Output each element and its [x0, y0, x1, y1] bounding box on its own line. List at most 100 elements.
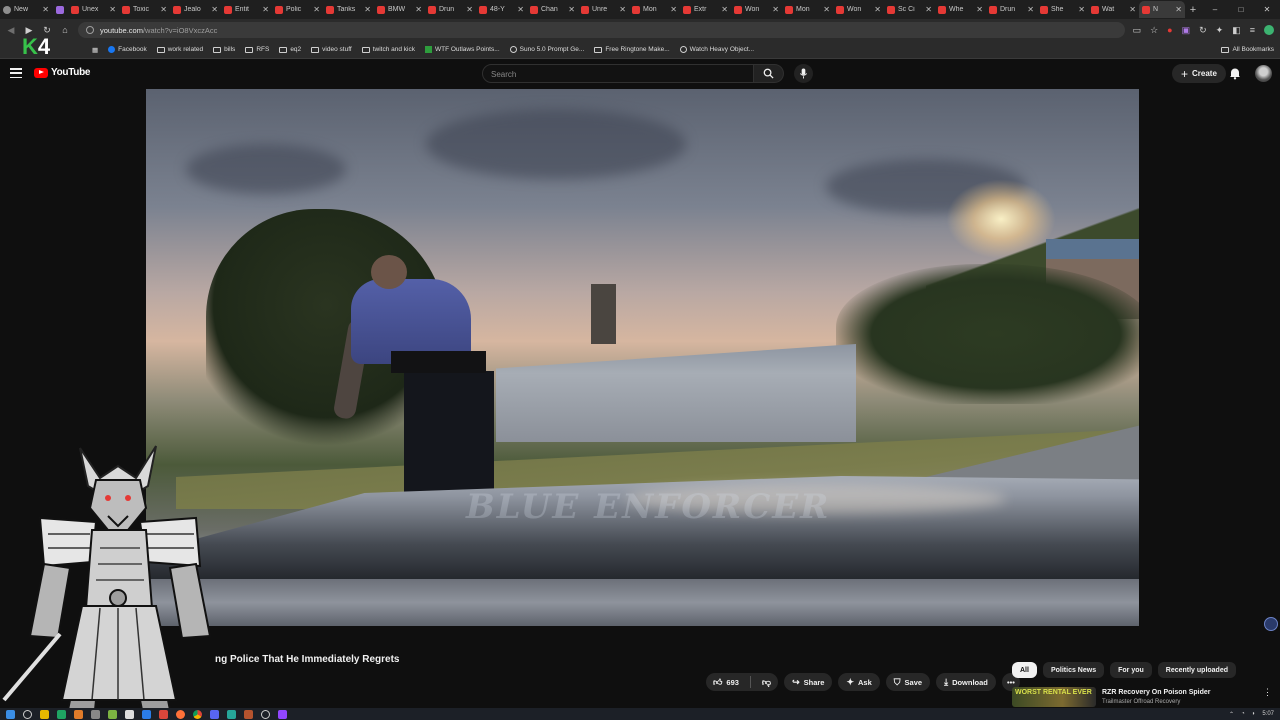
extension-icon-red[interactable]: ●	[1167, 25, 1172, 35]
back-icon[interactable]: ◀	[6, 25, 16, 36]
taskbar-app-white-icon[interactable]	[125, 709, 134, 719]
close-tab-icon[interactable]: ✕	[925, 5, 932, 14]
close-tab-icon[interactable]: ✕	[517, 5, 524, 14]
bookmark-item[interactable]: work related	[156, 46, 203, 53]
all-bookmarks-button[interactable]: All Bookmarks	[1221, 46, 1274, 53]
tray-clock[interactable]: 5:07	[1262, 711, 1274, 717]
browser-tab[interactable]: Unre ✕	[578, 1, 629, 18]
close-tab-icon[interactable]: ✕	[160, 5, 167, 14]
apps-grid-icon[interactable]: ▦	[92, 46, 98, 54]
tray-volume-icon[interactable]: ◗	[1252, 711, 1256, 717]
close-tab-icon[interactable]: ✕	[772, 5, 779, 14]
maximize-button[interactable]: □	[1228, 5, 1254, 14]
tray-chevron-icon[interactable]: ⌃	[1229, 711, 1234, 718]
bookmark-star-icon[interactable]: ☆	[1150, 25, 1158, 36]
close-tab-icon[interactable]: ✕	[313, 5, 320, 14]
taskbar-app-red-icon[interactable]	[159, 709, 168, 719]
bookmark-item[interactable]: video stuff	[311, 46, 352, 53]
browser-tab[interactable]: Polic ✕	[272, 1, 323, 18]
recommended-video[interactable]: WORST RENTAL EVER RZR Recovery On Poison…	[1012, 687, 1272, 707]
cast-icon[interactable]: ▭	[1133, 25, 1142, 36]
menu-icon[interactable]: ≡	[1250, 25, 1255, 35]
close-tab-icon[interactable]: ✕	[466, 5, 473, 14]
minimize-button[interactable]: –	[1202, 5, 1228, 14]
browser-tab[interactable]: N ✕	[1139, 1, 1185, 18]
recommended-menu-icon[interactable]: ⋮	[1263, 687, 1272, 707]
search-button[interactable]	[754, 64, 784, 83]
taskbar-discord-icon[interactable]	[210, 709, 219, 719]
close-tab-icon[interactable]: ✕	[976, 5, 983, 14]
browser-tab[interactable]: Extr ✕	[680, 1, 731, 18]
bookmark-item[interactable]: eq2	[279, 46, 301, 53]
browser-tab[interactable]: Unex ✕	[68, 1, 119, 18]
profile-avatar[interactable]	[1264, 25, 1274, 35]
browser-tab[interactable]: She ✕	[1037, 1, 1088, 18]
tray-network-icon[interactable]: ◔	[1241, 711, 1245, 717]
share-button[interactable]: ↪ Share	[784, 673, 833, 691]
browser-tab[interactable]: Mon ✕	[782, 1, 833, 18]
bookmark-item[interactable]: Suno 5.0 Prompt Ge...	[509, 46, 584, 53]
search-input[interactable]: Search	[482, 64, 754, 83]
taskbar-app-orange-icon[interactable]	[74, 709, 83, 719]
close-tab-icon[interactable]: ✕	[874, 5, 881, 14]
taskbar-app-blue-icon[interactable]	[142, 709, 151, 719]
close-tab-icon[interactable]: ✕	[211, 5, 218, 14]
browser-tab[interactable]: Jealo ✕	[170, 1, 221, 18]
close-tab-icon[interactable]: ✕	[619, 5, 626, 14]
browser-tab[interactable]: Entit ✕	[221, 1, 272, 18]
extensions-puzzle-icon[interactable]: ✦	[1216, 25, 1224, 36]
browser-tab[interactable]: Mon ✕	[629, 1, 680, 18]
save-button[interactable]: ⛉ Save	[885, 673, 931, 691]
taskbar-app-grey-icon[interactable]	[91, 709, 100, 719]
floating-overlay-icon[interactable]	[1264, 617, 1278, 631]
bookmark-item[interactable]: WTF Outlaws Points...	[424, 46, 500, 53]
taskbar-settings-icon[interactable]	[261, 709, 270, 719]
recommended-title[interactable]: RZR Recovery On Poison Spider	[1102, 689, 1257, 696]
youtube-logo[interactable]: YouTube	[34, 67, 91, 78]
browser-tab[interactable]: Won ✕	[833, 1, 884, 18]
guide-menu-icon[interactable]	[10, 68, 22, 78]
dislike-button[interactable]: 👎︎	[755, 673, 778, 691]
taskbar-app-green-icon[interactable]	[57, 709, 66, 719]
taskbar-twitch-icon[interactable]	[278, 709, 287, 719]
video-player[interactable]: BLUE ENFORCER	[146, 89, 1139, 626]
browser-tab[interactable]: Whe ✕	[935, 1, 986, 18]
browser-tab[interactable]	[52, 1, 68, 18]
home-icon[interactable]: ⌂	[60, 25, 70, 35]
close-window-button[interactable]: ✕	[1254, 5, 1280, 14]
close-tab-icon[interactable]: ✕	[670, 5, 677, 14]
taskbar-chrome-icon[interactable]	[193, 709, 202, 719]
ask-button[interactable]: ✦ Ask	[838, 673, 880, 691]
close-tab-icon[interactable]: ✕	[1129, 5, 1136, 14]
voice-search-button[interactable]	[794, 64, 813, 83]
close-tab-icon[interactable]: ✕	[262, 5, 269, 14]
browser-tab[interactable]: Chan ✕	[527, 1, 578, 18]
browser-tab[interactable]: BMW ✕	[374, 1, 425, 18]
url-field[interactable]: youtube.com/watch?v=iO8VxczAcc	[78, 22, 1125, 38]
browser-tab[interactable]: Drun ✕	[986, 1, 1037, 18]
new-tab-button[interactable]: +	[1185, 4, 1201, 16]
recommended-channel[interactable]: Trailmaster Offroad Recovery	[1102, 699, 1257, 705]
side-panel-icon[interactable]: ◧	[1232, 25, 1241, 36]
close-tab-icon[interactable]: ✕	[1078, 5, 1085, 14]
taskbar-app-yellow-icon[interactable]	[40, 709, 49, 719]
bookmark-item[interactable]: Watch Heavy Object...	[679, 46, 754, 53]
close-tab-icon[interactable]: ✕	[364, 5, 371, 14]
account-avatar[interactable]	[1255, 65, 1272, 82]
filter-chip[interactable]: For you	[1110, 662, 1152, 678]
browser-tab[interactable]: 48-Y ✕	[476, 1, 527, 18]
bookmark-item[interactable]: Free Ringtone Make...	[594, 46, 670, 53]
browser-tab[interactable]: Drun ✕	[425, 1, 476, 18]
browser-tab[interactable]: New ✕	[0, 1, 52, 18]
windows-start-icon[interactable]	[6, 709, 15, 719]
extension-icon-purple[interactable]: ▣	[1182, 25, 1191, 36]
like-button[interactable]: 👍︎ 693	[706, 673, 746, 691]
download-button[interactable]: ⤓ Download	[936, 673, 996, 691]
close-tab-icon[interactable]: ✕	[1175, 5, 1182, 14]
close-tab-icon[interactable]: ✕	[415, 5, 422, 14]
taskbar-app-lime-icon[interactable]	[108, 709, 117, 719]
bookmark-item[interactable]: Facebook	[108, 46, 147, 53]
taskbar-app-rust-icon[interactable]	[244, 709, 253, 719]
filter-chip[interactable]: Politics News	[1042, 662, 1105, 678]
browser-tab[interactable]: Won ✕	[731, 1, 782, 18]
